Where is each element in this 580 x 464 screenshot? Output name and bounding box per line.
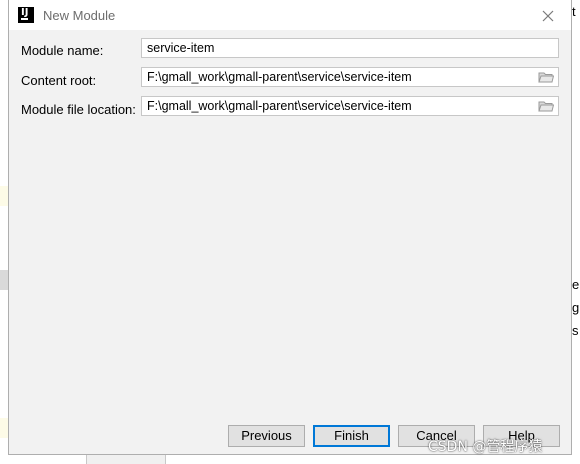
background-text-fragment: g xyxy=(572,300,580,315)
module-name-input[interactable] xyxy=(147,39,532,57)
module-name-field[interactable] xyxy=(141,38,559,58)
module-name-label: Module name: xyxy=(21,43,104,58)
module-file-location-field[interactable] xyxy=(141,96,559,116)
intellij-app-icon: IJ xyxy=(18,7,34,23)
new-module-dialog: IJ New Module Module name: Content root:… xyxy=(8,0,572,455)
background-text-fragment: t xyxy=(572,4,576,19)
background-text-fragment: e xyxy=(572,277,580,292)
content-root-input[interactable] xyxy=(147,68,532,86)
folder-icon[interactable] xyxy=(538,70,555,84)
background-highlight-strip xyxy=(0,186,8,206)
module-file-location-label: Module file location: xyxy=(21,102,136,117)
background-text-fragment: s xyxy=(572,323,579,338)
previous-button[interactable]: Previous xyxy=(228,425,305,447)
background-highlight-strip xyxy=(0,418,8,438)
background-tab xyxy=(86,455,166,464)
content-root-field[interactable] xyxy=(141,67,559,87)
window-title: New Module xyxy=(43,8,116,23)
csdn-watermark: CSDN @管程序猿 xyxy=(428,439,543,455)
content-root-label: Content root: xyxy=(21,73,97,88)
module-file-location-input[interactable] xyxy=(147,97,532,115)
close-icon[interactable] xyxy=(537,6,559,26)
title-bar: IJ New Module xyxy=(9,0,571,30)
folder-icon[interactable] xyxy=(538,99,555,113)
background-scroll-marker xyxy=(0,270,8,290)
finish-button[interactable]: Finish xyxy=(313,425,390,447)
